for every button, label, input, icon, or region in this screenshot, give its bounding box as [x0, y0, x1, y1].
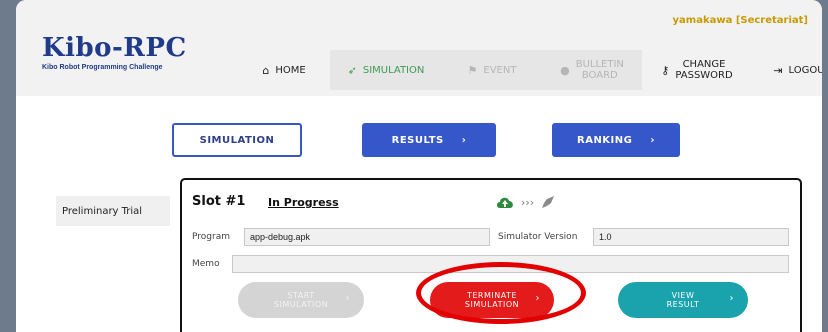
chevron-right-icon: ›: [461, 134, 467, 146]
nav-change-line2: PASSWORD: [675, 70, 733, 81]
tab-results[interactable]: RESULTS ›: [362, 123, 496, 157]
simulator-version-field[interactable]: 1.0: [593, 228, 789, 246]
nav-simulation[interactable]: ➶ SIMULATION: [330, 50, 442, 90]
chevrons-icon: ›››: [521, 195, 535, 209]
sidebar-item-preliminary-trial[interactable]: Preliminary Trial: [56, 196, 170, 226]
view-result-label: VIEW RESULT: [667, 291, 700, 309]
nav-event-label: EVENT: [483, 64, 517, 76]
program-label: Program: [192, 232, 230, 242]
chevron-right-icon: ›: [650, 134, 655, 146]
tab-simulation[interactable]: SIMULATION: [172, 123, 302, 157]
view-line2: RESULT: [666, 300, 700, 309]
header: Kibo-RPC Kibo Robot Programming Challeng…: [16, 0, 822, 96]
sidebar-item-label: Preliminary Trial: [62, 205, 143, 217]
nav-logout-label: LOGOUT: [788, 64, 822, 76]
simulator-version-label: Simulator Version: [498, 232, 578, 242]
start-line1: START: [287, 291, 315, 300]
nav-bulletin-line2: BOARD: [581, 70, 618, 81]
nav-home[interactable]: ⌂ HOME: [238, 50, 330, 90]
tab-simulation-label: SIMULATION: [199, 134, 275, 146]
logo-title: Kibo-RPC: [42, 33, 187, 63]
nav-logout[interactable]: ⇥ LOGOUT: [752, 50, 822, 90]
slot-status: In Progress: [268, 196, 339, 209]
start-line2: SIMULATION: [273, 300, 329, 309]
app-window: Kibo-RPC Kibo Robot Programming Challeng…: [16, 0, 822, 332]
start-simulation-button[interactable]: START SIMULATION ›: [238, 282, 364, 318]
nav-simulation-label: SIMULATION: [362, 64, 425, 76]
flag-icon: ⚑: [467, 63, 478, 77]
tab-ranking-label: RANKING: [577, 134, 633, 146]
program-field[interactable]: app-debug.apk: [244, 228, 490, 246]
logo-subtitle: Kibo Robot Programming Challenge: [42, 64, 163, 71]
nav-change-password[interactable]: ⚷ CHANGE PASSWORD: [642, 50, 752, 90]
chevron-right-icon: ›: [729, 293, 734, 304]
nav-bulletin-label: BULLETIN BOARD: [576, 59, 624, 81]
slot-title: Slot #1: [192, 194, 246, 209]
user-label: yamakawa [Secretariat]: [672, 15, 808, 26]
nav-event[interactable]: ⚑ EVENT: [442, 50, 542, 90]
logo[interactable]: Kibo-RPC Kibo Robot Programming Challeng…: [42, 34, 187, 71]
chevron-right-icon: ›: [345, 293, 350, 304]
view-result-button[interactable]: VIEW RESULT ›: [618, 282, 748, 318]
logout-icon: ⇥: [773, 63, 783, 77]
tab-results-label: RESULTS: [391, 134, 444, 146]
status-icons: ›››: [495, 194, 556, 210]
nav-bulletin-line1: BULLETIN: [575, 59, 624, 70]
view-line1: VIEW: [671, 291, 695, 300]
chat-icon: ●: [560, 63, 570, 77]
nav-change-line1: CHANGE: [682, 59, 726, 70]
nav-home-label: HOME: [275, 64, 306, 76]
home-icon: ⌂: [262, 63, 270, 77]
nav-change-label: CHANGE PASSWORD: [675, 59, 732, 81]
memo-label: Memo: [192, 259, 220, 269]
nav-bar: ⌂ HOME ➶ SIMULATION ⚑ EVENT ● BULLETIN B…: [238, 50, 822, 90]
rocket-icon: ➶: [347, 63, 357, 77]
key-icon: ⚷: [661, 63, 670, 77]
nav-bulletin-board[interactable]: ● BULLETIN BOARD: [542, 50, 642, 90]
tab-ranking[interactable]: RANKING ›: [552, 123, 680, 157]
start-simulation-label: START SIMULATION: [274, 291, 328, 309]
cloud-upload-icon: [497, 197, 513, 208]
highlight-ellipse: [416, 262, 586, 324]
rocket-icon: [542, 196, 555, 208]
